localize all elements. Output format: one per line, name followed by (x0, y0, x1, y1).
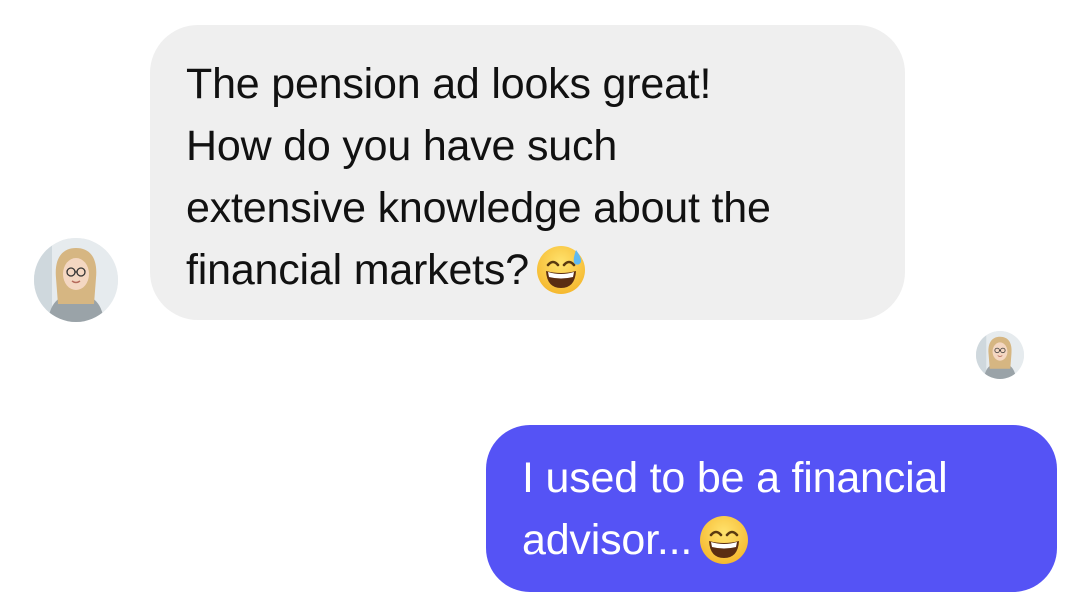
incoming-message-line: The pension ad looks great! (186, 60, 712, 108)
sender-avatar[interactable] (34, 238, 118, 322)
incoming-message-line: How do you have such (186, 122, 618, 170)
outgoing-message-line-last: advisor... (522, 509, 1027, 571)
outgoing-message-text: advisor... (522, 516, 693, 564)
incoming-message-line: extensive knowledge about the (186, 184, 771, 232)
incoming-message-bubble[interactable]: The pension ad looks great! How do you h… (150, 25, 905, 320)
outgoing-message-line: I used to be a financial (522, 454, 948, 502)
outgoing-message-bubble[interactable]: I used to be a financial advisor... (486, 425, 1057, 592)
read-receipt-avatar (976, 331, 1024, 379)
incoming-message-text: financial markets? (186, 246, 529, 294)
woman-avatar-icon (976, 331, 1024, 379)
grinning-sweat-emoji-icon (535, 244, 587, 296)
incoming-message-line-last: financial markets? (186, 239, 875, 301)
grinning-smiling-eyes-emoji-icon (698, 514, 750, 566)
woman-avatar-icon (34, 238, 118, 322)
